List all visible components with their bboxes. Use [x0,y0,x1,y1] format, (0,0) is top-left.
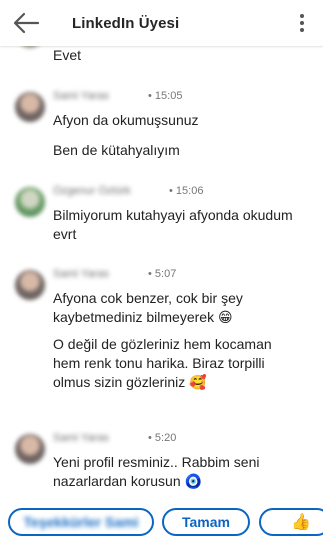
sender-name[interactable]: Sami Yaras [53,432,109,444]
sender-name[interactable]: Sami Yaras [53,90,109,102]
message-time: • 15:06 [169,185,204,197]
quick-reply-chip[interactable]: Tamam [162,508,250,536]
message-text: Afyon da okumuşsunuz [53,112,199,128]
avatar[interactable] [15,270,45,300]
message-text: Afyona cok benzer, cok bir şey kaybetmed… [53,290,243,325]
quick-reply-bar: Teşekkürler Sami Tamam 👍 [0,500,323,541]
message-time: • 5:20 [148,432,177,444]
quick-reply-chip[interactable]: Teşekkürler Sami [8,508,154,536]
more-vertical-icon[interactable] [295,12,309,36]
avatar[interactable] [15,434,45,464]
quick-reply-chip[interactable]: 👍 [259,508,323,536]
message-thread[interactable]: Evet Sami Yaras • 15:05 Afyon da okumuşs… [0,40,323,496]
conversation-title: LinkedIn Üyesi [72,15,180,32]
avatar[interactable] [15,187,45,217]
message-text: Yeni profil resminiz.. Rabbim seni nazar… [53,454,260,489]
message-text: Evet [53,47,82,63]
sender-name[interactable]: Sami Yaras [53,268,109,280]
sender-name[interactable]: Özgenur Öztürk [53,185,131,197]
message-text: Ben de kütahyalıyım [53,142,180,158]
avatar[interactable] [15,92,45,122]
message-text: O değil de gözleriniz hem kocaman hem re… [53,336,272,390]
conversation-header: LinkedIn Üyesi [0,0,323,46]
thumbs-up-icon: 👍 [291,514,311,531]
message-time: • 15:05 [148,90,183,102]
back-arrow-icon[interactable] [12,11,40,35]
message-time: • 5:07 [148,268,177,280]
message-text: Bilmiyorum kutahyayi afyonda okudum evrt [53,207,293,242]
